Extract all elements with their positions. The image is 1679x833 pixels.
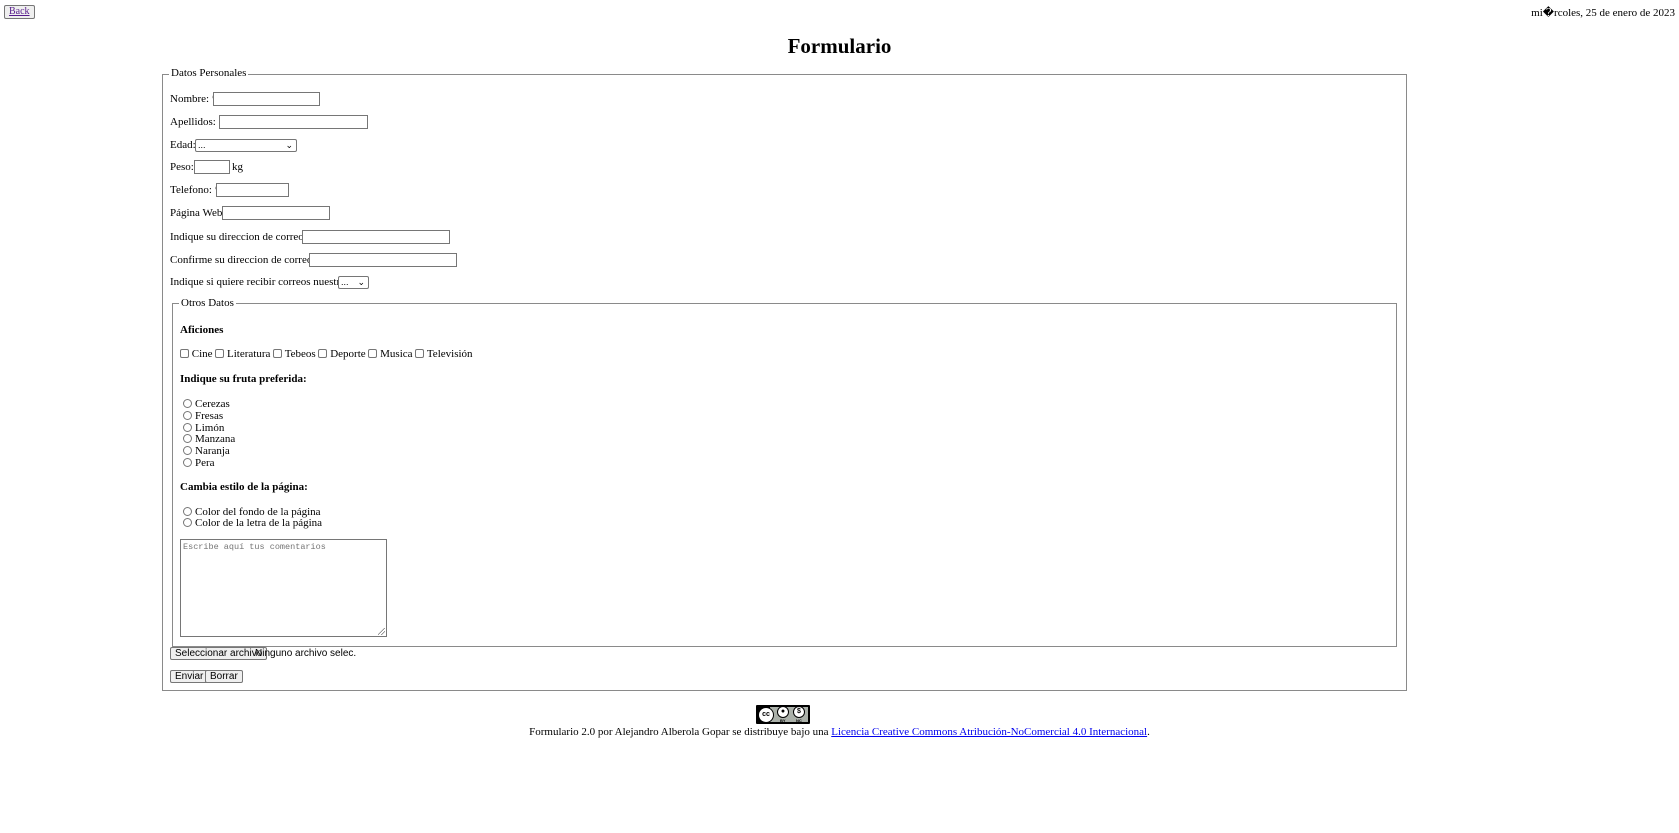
badge-by-text: BY xyxy=(780,718,786,723)
back-button[interactable]: Back xyxy=(4,5,35,19)
edad-select-value: ... xyxy=(198,140,206,150)
nombre-label: Nombre: * xyxy=(170,93,218,105)
style-radio[interactable] xyxy=(183,518,192,527)
chevron-down-icon: ⌄ xyxy=(285,140,293,150)
hobby-label: Deporte xyxy=(330,348,366,360)
hobby-label: Televisión xyxy=(426,348,473,360)
edad-select[interactable]: ... ⌄ xyxy=(195,139,297,152)
file-select-button[interactable]: Seleccionar archivo xyxy=(170,647,268,660)
edad-label: Edad: xyxy=(170,139,196,151)
cc-icon: cc xyxy=(758,707,774,723)
newsletter-label: Indique si quiere recibir correos nuestr… xyxy=(170,276,353,288)
email-input[interactable] xyxy=(302,230,450,244)
style-radio[interactable] xyxy=(183,507,192,516)
license-footer: Formulario 2.0 por Alejandro Alberola Go… xyxy=(0,726,1679,738)
hobby-label: Cine xyxy=(191,348,213,360)
other-data-legend: Otros Datos xyxy=(179,297,236,309)
email-confirm-label: Confirme su direccion de correo: * xyxy=(170,254,324,266)
style-heading: Cambia estilo de la página: xyxy=(180,481,308,493)
fruit-label: Manzana xyxy=(195,433,236,445)
peso-unit: kg xyxy=(232,161,243,173)
fruit-radio[interactable] xyxy=(183,423,192,432)
hobby-checkbox[interactable] xyxy=(368,349,378,358)
fruit-label: Fresas xyxy=(195,410,224,422)
newsletter-select[interactable]: ... ⌄ xyxy=(338,276,369,289)
fruit-label: Pera xyxy=(195,457,215,469)
resize-handle-icon[interactable] xyxy=(378,628,385,635)
newsletter-select-value: ... xyxy=(341,277,349,287)
email-confirm-input[interactable] xyxy=(309,253,457,267)
badge-nc-text: NC xyxy=(796,718,802,723)
license-link[interactable]: Licencia Creative Commons Atribución-NoC… xyxy=(831,726,1147,738)
fruit-heading: Indique su fruta preferida: xyxy=(180,373,307,385)
hobby-label: Musica xyxy=(380,348,413,360)
creative-commons-badge[interactable]: cc ● $ BY NC xyxy=(756,705,810,724)
fruit-radio[interactable] xyxy=(183,446,192,455)
apellidos-label: Apellidos: * xyxy=(170,116,225,128)
hobby-checkbox[interactable] xyxy=(215,349,225,358)
peso-input[interactable] xyxy=(194,160,230,174)
chevron-down-icon: ⌄ xyxy=(357,277,365,287)
hobbies-heading: Aficiones xyxy=(180,324,224,336)
telefono-label: Telefono: * xyxy=(170,184,221,196)
style-label: Color de la letra de la página xyxy=(195,517,323,529)
fruit-radio[interactable] xyxy=(183,458,192,467)
hobby-checkbox[interactable] xyxy=(180,349,189,358)
hobby-checkbox[interactable] xyxy=(318,349,328,358)
by-attribution-icon: ● xyxy=(777,706,789,718)
fruit-radio[interactable] xyxy=(183,411,192,420)
current-date: mi�rcoles, 25 de enero de 2023 xyxy=(1531,7,1675,19)
hobby-checkbox[interactable] xyxy=(273,349,283,358)
peso-label: Peso: xyxy=(170,161,194,173)
email-label: Indique su direccion de correo: * xyxy=(170,231,316,243)
license-suffix: . xyxy=(1147,726,1150,738)
hobby-label: Tebeos xyxy=(284,348,316,360)
comments-textarea[interactable]: Escribe aquí tus comentarios xyxy=(180,539,387,637)
fruit-radio[interactable] xyxy=(183,434,192,443)
file-status: Ninguno archivo selec. xyxy=(255,648,357,659)
reset-button[interactable]: Borrar xyxy=(205,670,243,683)
fruit-radio[interactable] xyxy=(183,399,192,408)
noncommercial-icon: $ xyxy=(793,706,805,718)
submit-button[interactable]: Enviar xyxy=(170,670,209,683)
apellidos-input[interactable] xyxy=(219,115,368,129)
license-text: Formulario 2.0 por Alejandro Alberola Go… xyxy=(529,726,829,738)
web-input[interactable] xyxy=(222,206,330,220)
page-title: Formulario xyxy=(787,34,892,58)
fruit-label: Naranja xyxy=(195,445,230,457)
nombre-input[interactable] xyxy=(213,92,320,106)
fruit-label: Cerezas xyxy=(195,398,230,410)
hobby-label: Literatura xyxy=(227,348,271,360)
hobby-checkbox[interactable] xyxy=(415,349,425,358)
web-label: Página Web: xyxy=(170,207,226,219)
hobbies-group: Cine Literatura Tebeos Deporte Musica Te… xyxy=(180,348,473,360)
back-link-label[interactable]: Back xyxy=(9,6,30,17)
telefono-input[interactable] xyxy=(216,183,289,197)
comments-placeholder: Escribe aquí tus comentarios xyxy=(183,542,326,552)
personal-data-legend: Datos Personales xyxy=(169,67,249,79)
